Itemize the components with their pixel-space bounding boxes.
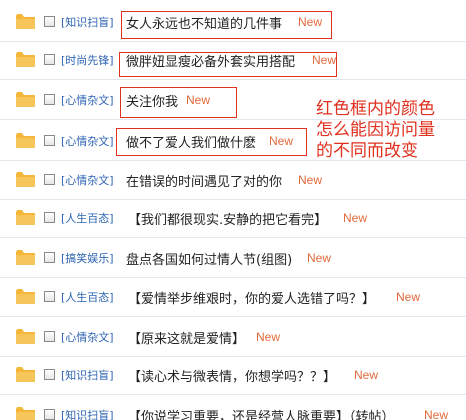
list-item[interactable]: [知识扫盲] 【你说学习重要，还是经营人脉重要】（转帖） New <box>0 396 466 420</box>
select-checkbox[interactable] <box>44 331 55 342</box>
folder-icon <box>16 92 35 107</box>
category-link[interactable]: [心情杂文] <box>61 133 114 149</box>
select-checkbox[interactable] <box>44 135 55 146</box>
new-badge: New <box>354 368 379 382</box>
new-badge: New <box>269 134 294 148</box>
post-title-link[interactable]: 【读心术与微表情，你想学吗？？】 <box>128 366 336 385</box>
list-item[interactable]: [时尚先锋] 微胖妞显瘦必备外套实用搭配 New <box>0 41 466 80</box>
list-item[interactable]: [知识扫盲] 【读心术与微表情，你想学吗？？】 New <box>0 356 466 395</box>
folder-icon <box>16 133 35 148</box>
post-title-link[interactable]: 在错误的时间遇见了对的你 <box>126 171 282 190</box>
category-link[interactable]: [人生百态] <box>61 289 114 305</box>
post-title-link[interactable]: 【原来这就是爱情】 <box>128 328 245 347</box>
post-title-link[interactable]: 做不了爱人我们做什麽 <box>126 132 256 151</box>
folder-icon <box>16 210 35 225</box>
select-checkbox[interactable] <box>44 291 55 302</box>
list-item[interactable]: [心情杂文] 【原来这就是爱情】 New <box>0 318 466 357</box>
category-link[interactable]: [搞笑娱乐] <box>61 250 114 266</box>
category-link[interactable]: [时尚先锋] <box>61 52 114 68</box>
folder-icon <box>16 367 35 382</box>
new-badge: New <box>186 93 211 107</box>
category-link[interactable]: [人生百态] <box>61 210 114 226</box>
new-badge: New <box>307 251 332 265</box>
category-link[interactable]: [心情杂文] <box>61 92 114 108</box>
select-checkbox[interactable] <box>44 212 55 223</box>
select-checkbox[interactable] <box>44 16 55 27</box>
select-checkbox[interactable] <box>44 409 55 420</box>
list-item[interactable]: [心情杂文] 在错误的时间遇见了对的你 New <box>0 161 466 200</box>
new-badge: New <box>298 15 323 29</box>
list-item[interactable]: [搞笑娱乐] 盘点各国如何过情人节(组图) New <box>0 239 466 278</box>
post-title-link[interactable]: 【爱情举步维艰时，你的爱人选错了吗？】 <box>128 288 375 307</box>
category-link[interactable]: [知识扫盲] <box>61 14 114 30</box>
new-badge: New <box>396 290 421 304</box>
category-link[interactable]: [知识扫盲] <box>61 407 114 420</box>
category-link[interactable]: [心情杂文] <box>61 329 114 345</box>
select-checkbox[interactable] <box>44 174 55 185</box>
select-checkbox[interactable] <box>44 369 55 380</box>
post-title-link[interactable]: 【我们都很现实.安静的把它看完】 <box>128 209 327 228</box>
folder-icon <box>16 172 35 187</box>
category-link[interactable]: [心情杂文] <box>61 172 114 188</box>
post-title-link[interactable]: 关注你我 <box>126 91 178 110</box>
select-checkbox[interactable] <box>44 54 55 65</box>
new-badge: New <box>298 173 323 187</box>
folder-icon <box>16 14 35 29</box>
post-title-link[interactable]: 【你说学习重要，还是经营人脉重要】（转帖） <box>128 406 395 420</box>
new-badge: New <box>312 53 337 67</box>
annotation-note: 红色框内的颜色 怎么能因访问量 的不同而改变 <box>316 99 466 162</box>
folder-icon <box>16 289 35 304</box>
annotation-line: 红色框内的颜色 <box>316 99 435 119</box>
list-item[interactable]: [知识扫盲] 女人永远也不知道的几件事 New <box>0 3 466 42</box>
new-badge: New <box>256 330 281 344</box>
select-checkbox[interactable] <box>44 252 55 263</box>
new-badge: New <box>343 211 368 225</box>
select-checkbox[interactable] <box>44 94 55 105</box>
post-title-link[interactable]: 微胖妞显瘦必备外套实用搭配 <box>126 51 295 70</box>
list-item[interactable]: [人生百态] 【我们都很现实.安静的把它看完】 New <box>0 199 466 238</box>
post-title-link[interactable]: 盘点各国如何过情人节(组图) <box>126 249 292 268</box>
new-badge: New <box>424 408 449 420</box>
folder-icon <box>16 329 35 344</box>
list-item[interactable]: [人生百态] 【爱情举步维艰时，你的爱人选错了吗？】 New <box>0 278 466 317</box>
folder-icon <box>16 250 35 265</box>
annotation-line: 的不同而改变 <box>316 141 418 161</box>
post-title-link[interactable]: 女人永远也不知道的几件事 <box>126 13 282 32</box>
folder-icon <box>16 407 35 420</box>
folder-icon <box>16 52 35 67</box>
annotation-line: 怎么能因访问量 <box>316 120 435 140</box>
post-list: [知识扫盲] 女人永远也不知道的几件事 New [时尚先锋] 微胖妞显瘦必备外套实用搭配… <box>0 0 466 420</box>
category-link[interactable]: [知识扫盲] <box>61 367 114 383</box>
